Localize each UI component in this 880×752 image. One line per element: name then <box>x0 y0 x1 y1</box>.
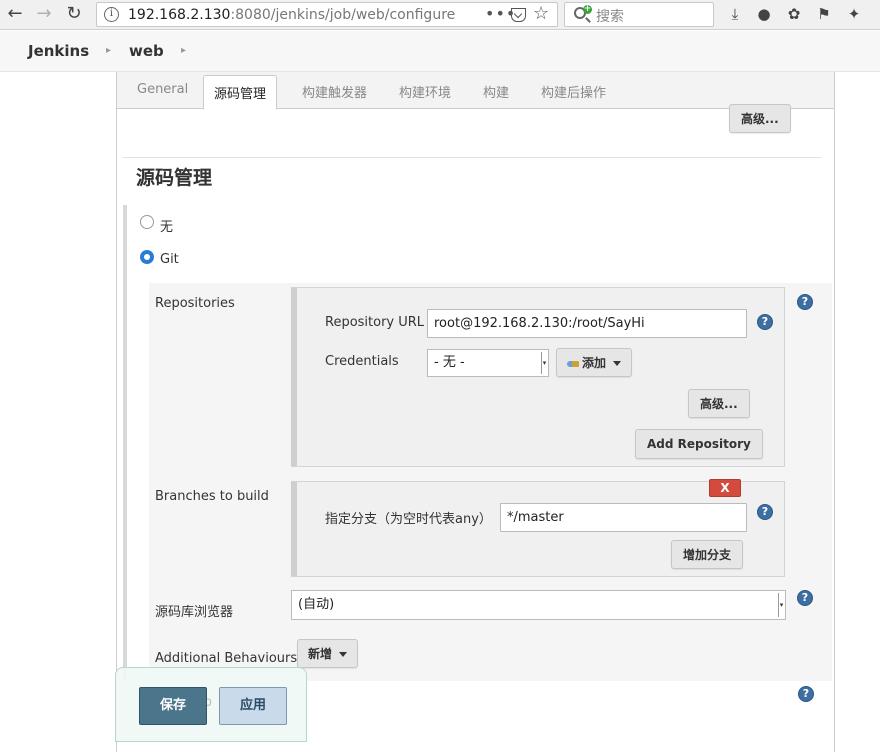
config-tabbar: General 源码管理 构建触发器 构建环境 构建 构建后操作 <box>117 72 834 110</box>
caret-down-icon <box>613 361 622 366</box>
general-advanced-button[interactable]: 高级... <box>729 104 791 133</box>
credentials-label: Credentials <box>325 354 399 369</box>
scm-options: 无 Git Repositories ? Repository URL root… <box>123 205 834 681</box>
repository-browser-select[interactable]: (自动) ▾ <box>291 590 786 620</box>
save-apply-bar: o 保存 应用 <box>115 667 307 742</box>
apply-button[interactable]: 应用 <box>219 687 287 725</box>
chevron-right-icon[interactable]: ▸ <box>181 45 186 56</box>
bookmark-star-icon[interactable]: ☆ <box>533 3 549 24</box>
repository-browser-value: (自动) <box>298 597 335 612</box>
repository-advanced-button[interactable]: 高级... <box>688 389 750 418</box>
key-icon <box>567 360 579 367</box>
url-path: :8080/jenkins/job/web/configure <box>230 7 456 23</box>
pocket-icon[interactable] <box>511 8 526 22</box>
tab-build[interactable]: 构建 <box>483 82 509 101</box>
url-host: 192.168.2.130 <box>128 7 231 23</box>
chevron-right-icon[interactable]: ▸ <box>106 45 111 56</box>
branch-specifier-input[interactable]: */master <box>500 503 747 532</box>
repository-url-label: Repository URL <box>325 315 425 330</box>
branch-specifier-help-icon[interactable]: ? <box>757 504 773 520</box>
add-search-engine-icon: + <box>583 4 592 14</box>
section-title-scm: 源码管理 <box>136 167 213 189</box>
repositories-help-icon[interactable]: ? <box>797 294 813 310</box>
credentials-select-value: - 无 - <box>434 355 465 370</box>
credentials-select[interactable]: - 无 - ▾ <box>427 349 549 377</box>
chevron-down-icon: ▾ <box>778 593 784 617</box>
back-arrow-icon[interactable]: ← <box>3 3 27 27</box>
scm-none-label[interactable]: 无 <box>160 216 173 235</box>
add-credentials-label: 添加 <box>582 356 607 370</box>
addon-icon[interactable]: ✿ <box>784 4 804 24</box>
browser-toolbar: ← → ↻ i 192.168.2.130:8080/jenkins/job/w… <box>0 0 880 30</box>
next-section-help-icon[interactable]: ? <box>798 686 814 702</box>
address-bar[interactable]: i 192.168.2.130:8080/jenkins/job/web/con… <box>96 2 558 27</box>
repository-browser-help-icon[interactable]: ? <box>797 590 813 606</box>
add-behaviour-label: 新增 <box>308 647 333 661</box>
reload-icon[interactable]: ↻ <box>62 3 86 27</box>
search-bar[interactable]: + 搜索 <box>564 2 714 27</box>
config-panel: General 源码管理 构建触发器 构建环境 构建 构建后操作 高级... 源… <box>116 72 835 752</box>
add-behaviour-button[interactable]: 新增 <box>297 639 359 668</box>
forward-arrow-icon[interactable]: → <box>32 3 56 27</box>
breadcrumb-jenkins[interactable]: Jenkins <box>28 42 89 60</box>
download-icon[interactable]: ⤓ <box>725 4 745 24</box>
tab-general[interactable]: General <box>137 82 188 97</box>
add-credentials-button[interactable]: 添加 <box>556 348 633 377</box>
tab-build-triggers[interactable]: 构建触发器 <box>302 82 367 101</box>
tab-post-build-actions[interactable]: 构建后操作 <box>541 82 606 101</box>
tab-build-environment[interactable]: 构建环境 <box>399 82 451 101</box>
repository-url-input[interactable]: root@192.168.2.130:/root/SayHi <box>427 309 747 338</box>
scm-none-radio[interactable] <box>140 215 154 229</box>
additional-behaviours-label: Additional Behaviours <box>155 651 298 666</box>
flag-icon[interactable]: ⚑ <box>814 4 834 24</box>
branch-entry: X 指定分支（为空时代表any） */master ? 增加分支 <box>291 479 785 577</box>
url-text[interactable]: 192.168.2.130:8080/jenkins/job/web/confi… <box>128 7 455 23</box>
repository-browser-label: 源码库浏览器 <box>155 605 234 620</box>
branches-to-build-label: Branches to build <box>155 489 269 504</box>
search-input[interactable]: 搜索 <box>596 6 624 26</box>
caret-down-icon <box>339 652 348 657</box>
scm-git-radio[interactable] <box>140 250 154 264</box>
save-button[interactable]: 保存 <box>139 687 207 725</box>
delete-branch-button[interactable]: X <box>709 479 741 497</box>
section-divider <box>123 157 821 158</box>
chevron-down-icon: ▾ <box>541 352 547 374</box>
add-branch-button[interactable]: 增加分支 <box>671 540 744 569</box>
scm-git-label[interactable]: Git <box>160 252 179 267</box>
repository-url-help-icon[interactable]: ? <box>757 314 773 330</box>
breadcrumb: Jenkins ▸ web ▸ <box>0 31 880 72</box>
puzzle-icon[interactable]: ✦ <box>844 4 864 24</box>
repository-entry: Repository URL root@192.168.2.130:/root/… <box>291 287 785 467</box>
tab-source-code-management[interactable]: 源码管理 <box>203 75 278 110</box>
info-icon[interactable]: i <box>104 7 119 22</box>
git-config-area: Repositories ? Repository URL root@192.1… <box>149 283 832 681</box>
extension-icon[interactable]: ● <box>754 4 774 24</box>
breadcrumb-job-web[interactable]: web <box>129 42 164 60</box>
add-repository-button[interactable]: Add Repository <box>635 429 763 459</box>
branch-specifier-label: 指定分支（为空时代表any） <box>325 512 492 527</box>
repositories-label: Repositories <box>155 296 235 311</box>
